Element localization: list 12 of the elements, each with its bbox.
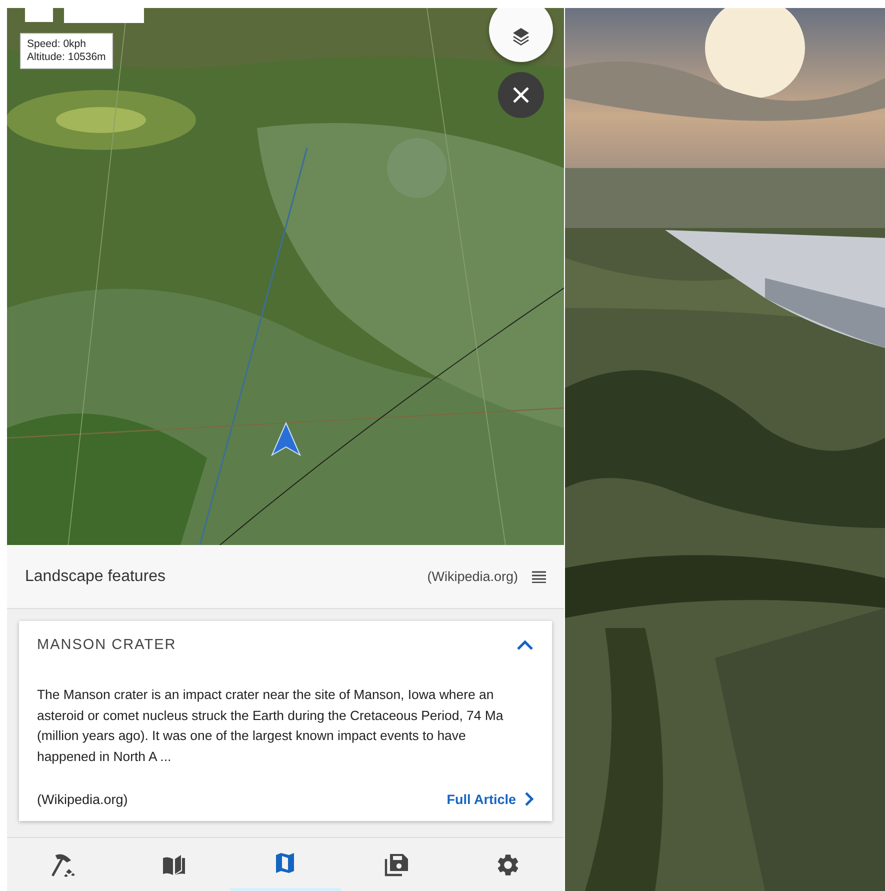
source-label: (Wikipedia.org) [37,792,129,806]
pickaxe-icon [50,852,76,878]
menu-icon[interactable] [532,570,546,583]
chevron-right-icon [524,791,534,807]
chevron-icon [516,639,534,651]
floppy-disk-icon [384,852,410,878]
full-article-link[interactable]: Full Article [446,791,534,807]
panel-title: Landscape features [25,568,167,586]
source-label: (Wikipedia.org) [427,569,518,584]
card-title: MANSON CRATER [37,637,178,653]
article-text: The Manson crater is an impact crater near the site of Manson, Iowa where an asteroid or comet nucleus struck the Earth during the Cretaceous Period, 74 Ma (million years ago). It was one of the largest known impact events to have happened in North A ... [37,686,504,766]
collapse-button[interactable] [516,639,534,651]
